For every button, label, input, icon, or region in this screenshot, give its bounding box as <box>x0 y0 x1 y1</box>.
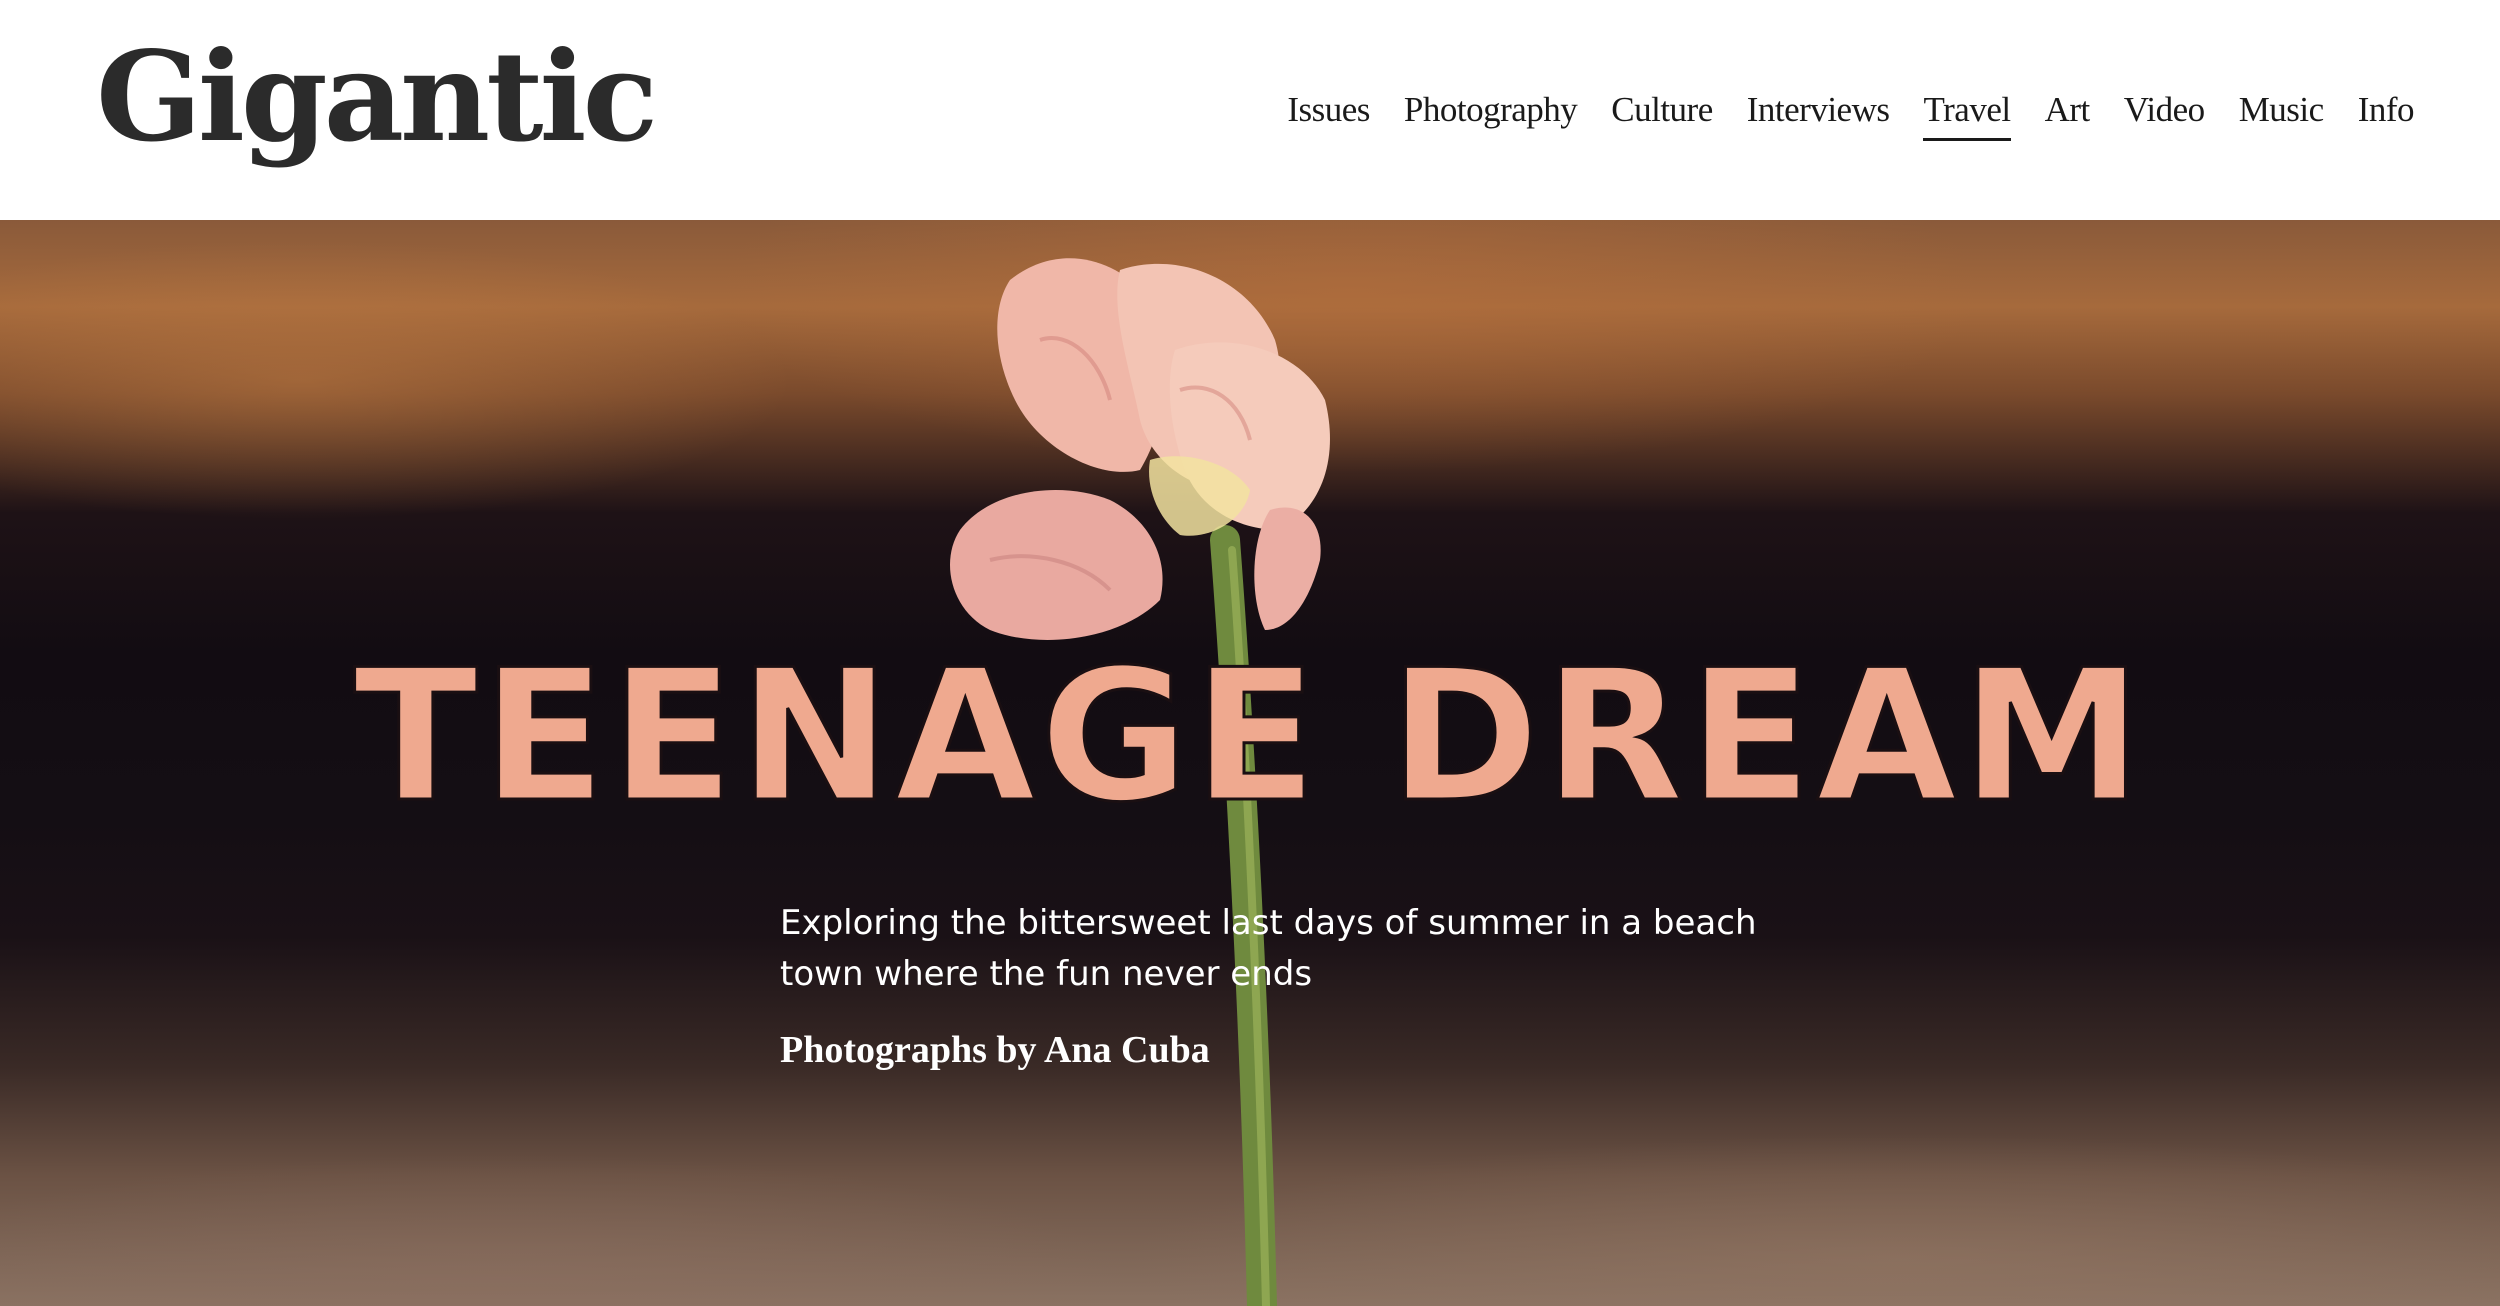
nav-item-art[interactable]: Art <box>2045 86 2091 141</box>
site-logo[interactable]: Gigantic <box>96 29 658 166</box>
nav-item-video[interactable]: Video <box>2124 86 2205 141</box>
hero-subtitle: Exploring the bittersweet last days of s… <box>780 903 1757 994</box>
nav-item-music[interactable]: Music <box>2239 86 2325 141</box>
photo-credit: Photographs by Ana Cuba <box>780 1029 1210 1071</box>
nav-item-issues[interactable]: Issues <box>1287 86 1370 141</box>
nav-item-photography[interactable]: Photography <box>1404 86 1578 141</box>
hero-title: TEENAGE DREAM <box>352 630 2147 842</box>
hero-section: TEENAGE DREAM Exploring the bittersweet … <box>0 220 2500 1306</box>
nav-item-info[interactable]: Info <box>2358 86 2415 141</box>
nav-item-culture[interactable]: Culture <box>1611 86 1713 141</box>
nav-item-interviews[interactable]: Interviews <box>1747 86 1890 141</box>
nav-item-travel[interactable]: Travel <box>1923 86 2011 141</box>
main-nav: Issues Photography Culture Interviews Tr… <box>1287 86 2415 141</box>
site-header: Gigantic Issues Photography Culture Inte… <box>0 0 2500 220</box>
